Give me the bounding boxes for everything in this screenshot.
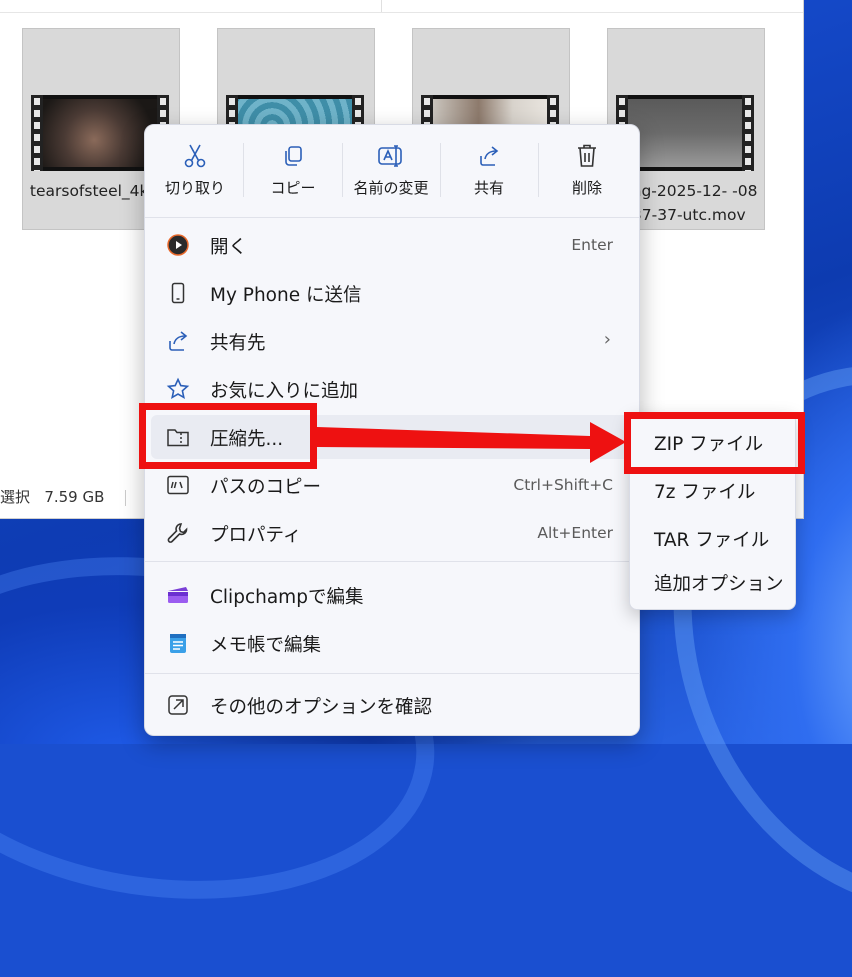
annotation-arrow [317,422,626,463]
